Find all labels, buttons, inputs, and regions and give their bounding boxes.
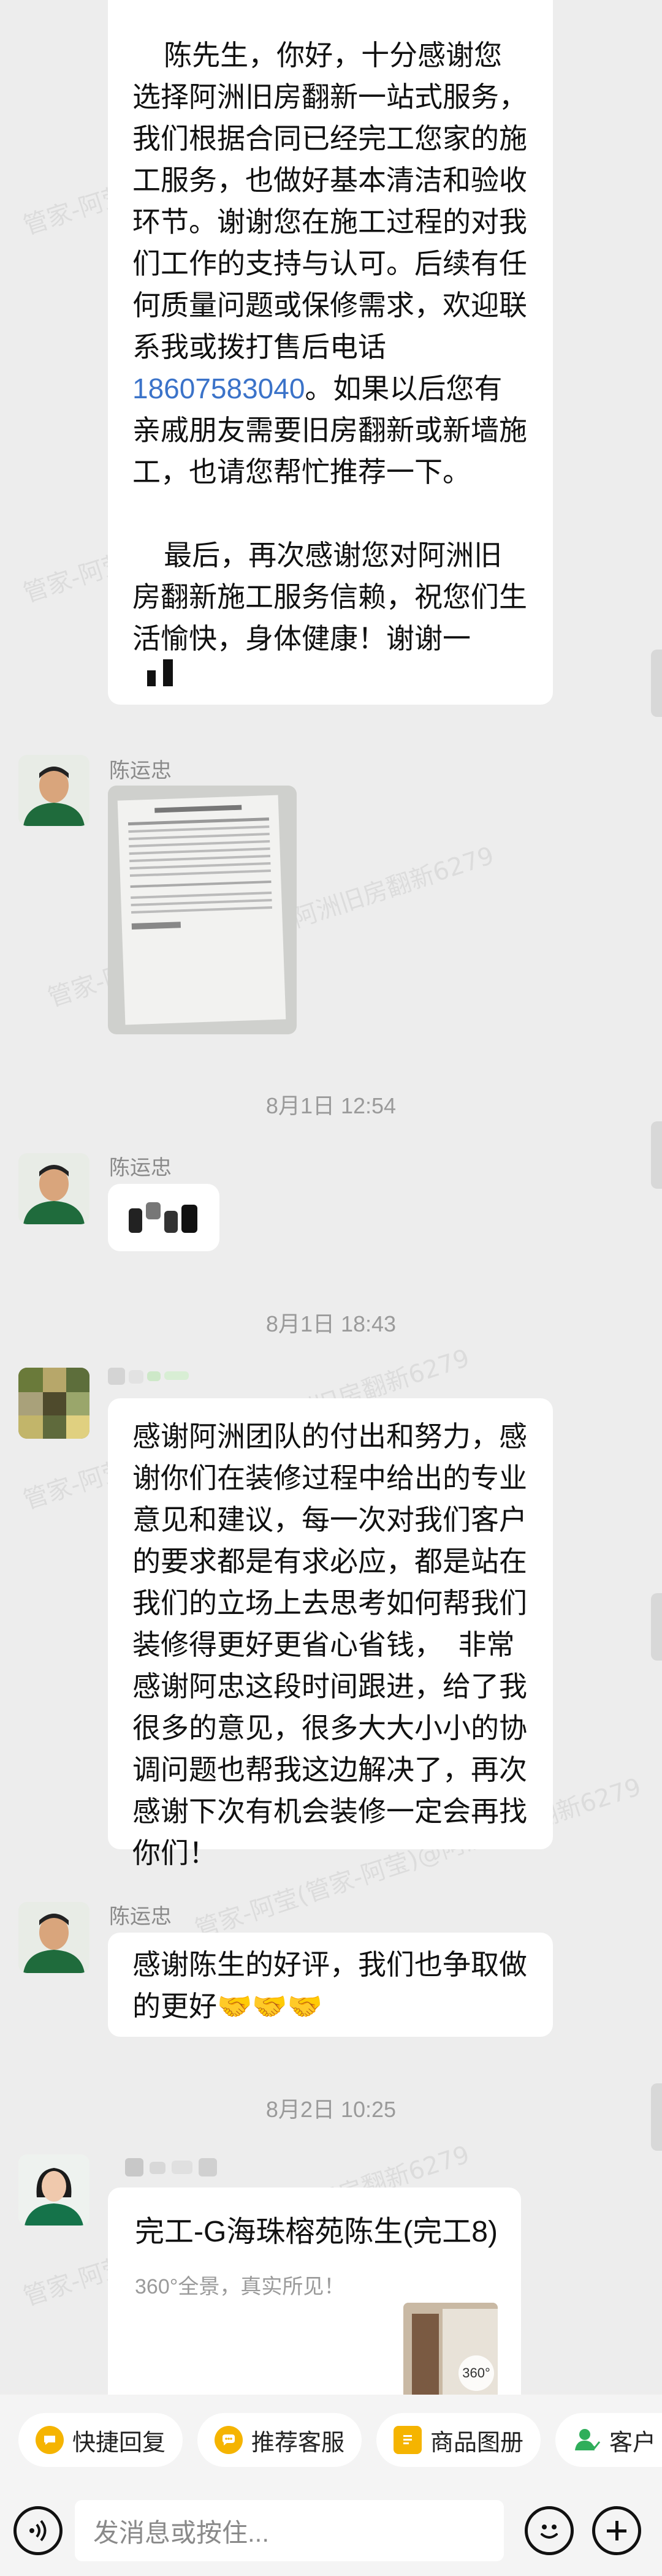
card-subtitle: 360°全景，真实所见！ [135,2275,345,2298]
voice-button[interactable] [13,2506,63,2555]
message-text: 感谢陈生的好评，我们也争取做的更好🤝🤝🤝 [132,1949,527,2022]
product-album-button[interactable]: 商品图册 [376,2413,541,2467]
sender-name-blurred [125,2154,260,2179]
avatar-staff[interactable] [18,1902,89,1973]
reply-icon [36,2426,64,2454]
edge-handle[interactable] [651,650,662,717]
quick-action-label: 推荐客服 [251,2430,345,2456]
link-card[interactable]: 完工-G海珠榕苑陈生(完工8) 360°全景，真实所见！ 360° [108,2188,521,2395]
partial-emoji [132,659,528,696]
card-thumbnail: 360° [403,2303,498,2395]
edge-handle[interactable] [651,1121,662,1189]
message-text: 陈先生，你好，十分感谢您选择阿洲旧房翻新一站式服务，我们根据合同已经完工您家的施… [132,39,527,488]
more-button[interactable] [592,2506,641,2555]
message-input[interactable]: 发消息或按住... [75,2500,504,2561]
input-bar: 发消息或按住... [0,2485,662,2576]
customer-icon [573,2426,601,2454]
timestamp: 8月1日 12:54 [265,1093,397,1118]
quick-action-label: 客户 [609,2430,656,2456]
avatar-staff[interactable] [18,755,89,826]
sender-name: 陈运忠 [109,1156,172,1180]
timestamp: 8月2日 10:25 [265,2097,397,2122]
quick-actions-bar: 快捷回复 推荐客服 商品图册 客户 [0,2395,662,2485]
avatar-agent[interactable] [18,2154,89,2226]
phone-link[interactable]: 18607583040 [132,373,305,404]
sender-name-blurred [108,1365,206,1386]
quick-action-label: 商品图册 [430,2430,524,2456]
album-icon [394,2426,422,2454]
quick-reply-button[interactable]: 快捷回复 [18,2413,183,2467]
edge-handle[interactable] [651,1593,662,1661]
sender-name: 陈运忠 [109,1905,172,1928]
message-bubble-reply[interactable]: 感谢陈生的好评，我们也争取做的更好🤝🤝🤝 [108,1933,553,2037]
avatar-customer[interactable] [18,1368,89,1439]
message-bubble-blurred[interactable] [108,1184,219,1251]
card-title: 完工-G海珠榕苑陈生(完工8) [135,2216,498,2248]
message-text: 感谢阿洲团队的付出和努力，感谢你们在装修过程中给出的专业意见和建议，每一次对我们… [132,1420,527,1869]
service-icon [215,2426,243,2454]
recommend-service-button[interactable]: 推荐客服 [197,2413,362,2467]
avatar-staff[interactable] [18,1153,89,1224]
customer-button[interactable]: 客户 [555,2413,662,2467]
smile-icon [541,2525,558,2539]
timestamp: 8月1日 18:43 [265,1311,397,1336]
message-bubble-review[interactable]: 感谢阿洲团队的付出和努力，感谢你们在装修过程中给出的专业意见和建议，每一次对我们… [108,1398,553,1869]
sender-name: 陈运忠 [109,759,172,782]
acceptance-form-photo[interactable] [108,786,297,1034]
panorama-badge: 360° [458,2355,494,2391]
message-text: 最后，再次感谢您对阿洲旧房翻新施工服务信赖，祝您们生活愉快，身体健康！谢谢一 [132,539,527,654]
plus-icon [607,2521,626,2540]
quick-action-label: 快捷回复 [72,2430,166,2456]
voice-icon [29,2520,47,2542]
emoji-button[interactable] [525,2506,574,2555]
message-bubble-thanks[interactable]: 陈先生，你好，十分感谢您选择阿洲旧房翻新一站式服务，我们根据合同已经完工您家的施… [108,0,553,705]
